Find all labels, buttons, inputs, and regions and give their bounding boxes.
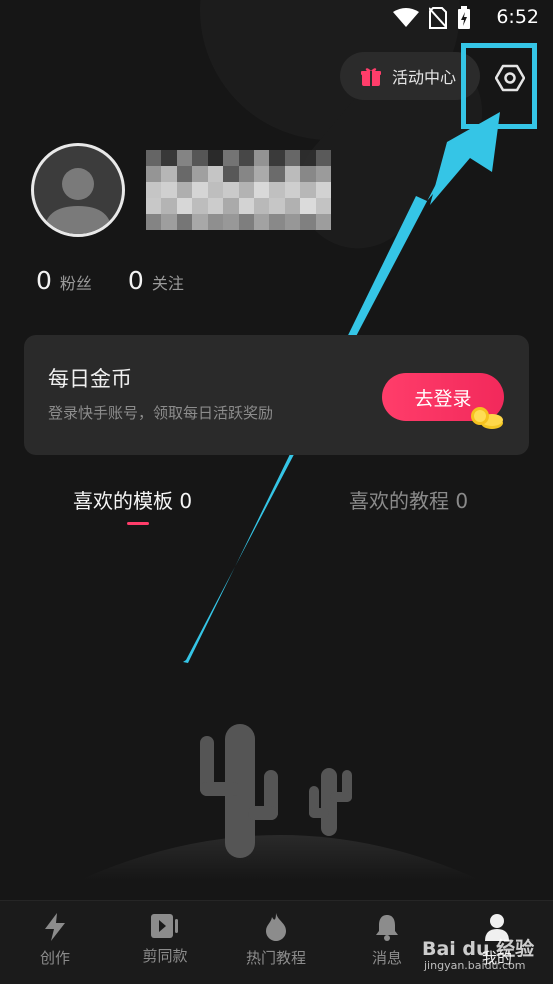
avatar[interactable] [31,143,125,237]
following-stat[interactable]: 0 关注 [128,266,184,295]
status-bar: 6:52 [0,0,553,38]
nav-item-same-style[interactable]: 剪同款 [120,913,210,966]
nav-label-same-style: 剪同款 [142,947,188,965]
gift-icon [361,68,381,86]
following-count: 0 [127,266,144,295]
activity-center-label: 活动中心 [392,68,457,87]
favorites-tabs: 喜欢的模板 0 喜欢的教程 0 [0,485,553,535]
baidu-watermark: Bai du 经验 [422,938,535,960]
battery-charging-icon [458,6,470,29]
nav-label-create: 创作 [39,949,70,967]
tab-liked-templates[interactable]: 喜欢的模板 0 [73,485,192,514]
coin-card-description: 登录快手账号，领取每日活跃奖励 [48,404,274,422]
video-icon [151,914,178,938]
activity-center-button[interactable]: 活动中心 [340,52,480,100]
nav-item-messages[interactable]: 消息 [342,913,432,968]
daily-coin-card: 每日金币 登录快手账号，领取每日活跃奖励 去登录 [24,335,529,455]
nav-item-create[interactable]: 创作 [10,913,100,968]
no-sim-icon [429,7,447,29]
active-tab-indicator [127,522,149,525]
followers-stat[interactable]: 0 粉丝 [36,266,92,295]
followers-label: 粉丝 [59,274,92,293]
nav-label-hot-tutorials: 热门教程 [245,949,306,967]
wifi-icon [393,8,419,27]
flame-icon [266,913,286,941]
status-icons [393,6,471,30]
annotation-highlight-box [461,43,537,129]
followers-count: 0 [36,266,52,295]
default-avatar-icon [44,168,112,234]
baidu-watermark-url: jingyan.baidu.com [424,959,526,972]
following-label: 关注 [151,274,184,293]
lightning-icon [45,913,65,941]
profile-stats: 0 粉丝 0 关注 [36,266,184,295]
username-redacted [146,150,331,230]
coin-card-title: 每日金币 [48,367,132,391]
status-time: 6:52 [496,6,539,28]
nav-label-messages: 消息 [371,949,402,967]
bell-icon [376,915,398,941]
coins-icon [471,407,503,429]
tab-liked-tutorials[interactable]: 喜欢的教程 0 [349,485,468,514]
empty-state-cactus-icon [80,724,480,880]
nav-item-hot-tutorials[interactable]: 热门教程 [231,913,321,968]
